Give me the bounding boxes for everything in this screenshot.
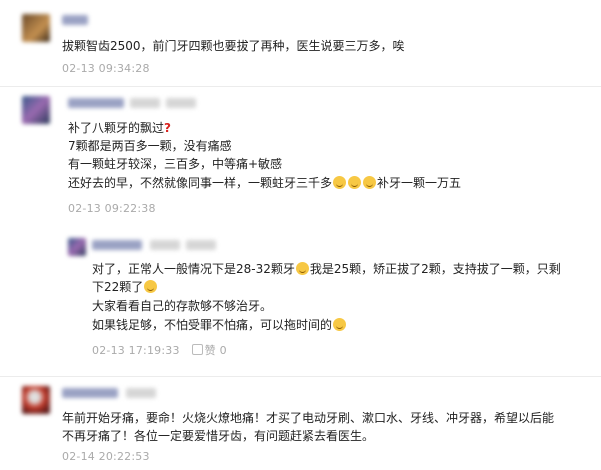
like-button[interactable]: 赞 [205, 344, 216, 357]
reply-text-line: 大家看看自己的存款够不够治牙。 [92, 299, 273, 313]
comment-text: 拔颗智齿2500，前门牙四颗也要拔了再种，医生说要三万多，唉 [62, 39, 405, 53]
divider [0, 86, 601, 87]
reply-text-line: 下22颗了 [92, 279, 158, 296]
username-blurred[interactable] [68, 98, 124, 108]
reply-meta: 02-13 17:19:33 赞 0 [92, 342, 227, 358]
grin-emoji-icon [333, 176, 347, 189]
avatar[interactable] [22, 14, 50, 42]
user-badge-blurred [130, 98, 160, 108]
reply-time: 02-13 17:19:33 [92, 344, 180, 357]
grin-emoji-icon [348, 176, 362, 189]
username-blurred[interactable] [62, 15, 88, 25]
like-count: 0 [219, 344, 227, 357]
grin-emoji-icon [363, 176, 377, 189]
reply-text-segment: 我是25颗，矫正拔了2颗，支持拔了一颗，只剩 [309, 262, 561, 276]
comment-time: 02-13 09:22:38 [68, 202, 156, 215]
avatar[interactable] [22, 96, 50, 124]
comment-text-line: 还好去的早，不然就像同事一样，一颗蛀牙三千多 补牙一颗一万五 [68, 175, 461, 192]
username-blurred[interactable] [62, 388, 118, 398]
like-icon[interactable] [191, 344, 203, 355]
comment-time: 02-14 20:22:53 [62, 450, 150, 463]
smile-emoji-icon [333, 318, 347, 331]
question-mark-emoji-icon: ? [164, 121, 171, 135]
user-badge-blurred [186, 240, 216, 250]
grin-emoji-icon [295, 262, 309, 275]
comment-text-line: 有一颗蛀牙较深，三百多，中等痛+敏感 [68, 157, 283, 171]
user-badge-blurred [126, 388, 156, 398]
comment-time: 02-13 09:34:28 [62, 62, 150, 75]
grin-emoji-icon [144, 280, 158, 293]
username-blurred[interactable] [92, 240, 142, 250]
divider [0, 376, 601, 377]
comment-text-line: 不再牙痛了！各位一定要爱惜牙齿，有问题赶紧去看医生。 [62, 429, 375, 443]
reply-text-segment: 如果钱足够，不怕受罪不怕痛，可以拖时间的 [92, 318, 333, 332]
reply-text-segment: 下22颗了 [92, 280, 144, 294]
comment-text-segment: 补牙一颗一万五 [377, 176, 462, 190]
user-badge-blurred [150, 240, 180, 250]
comment-text-line: 7颗都是两百多一颗，没有痛感 [68, 139, 232, 153]
reply-text-line: 如果钱足够，不怕受罪不怕痛，可以拖时间的 [92, 317, 347, 334]
reply-text-segment: 对了，正常人一般情况下是28-32颗牙 [92, 262, 295, 276]
avatar[interactable] [22, 386, 50, 414]
comment-text-segment: 还好去的早，不然就像同事一样，一颗蛀牙三千多 [68, 176, 333, 190]
comment-text-segment: 补了八颗牙的飘过 [68, 121, 165, 135]
avatar[interactable] [68, 238, 86, 256]
reply-text-line: 对了，正常人一般情况下是28-32颗牙 我是25颗，矫正拔了2颗，支持拔了一颗，只… [92, 261, 561, 278]
user-badge-blurred [166, 98, 196, 108]
comment-text-line: 补了八颗牙的飘过? [68, 120, 171, 137]
comment-text-line: 年前开始牙痛，要命！火烧火燎地痛！才买了电动牙刷、漱口水、牙线、冲牙器，希望以后… [62, 411, 555, 425]
